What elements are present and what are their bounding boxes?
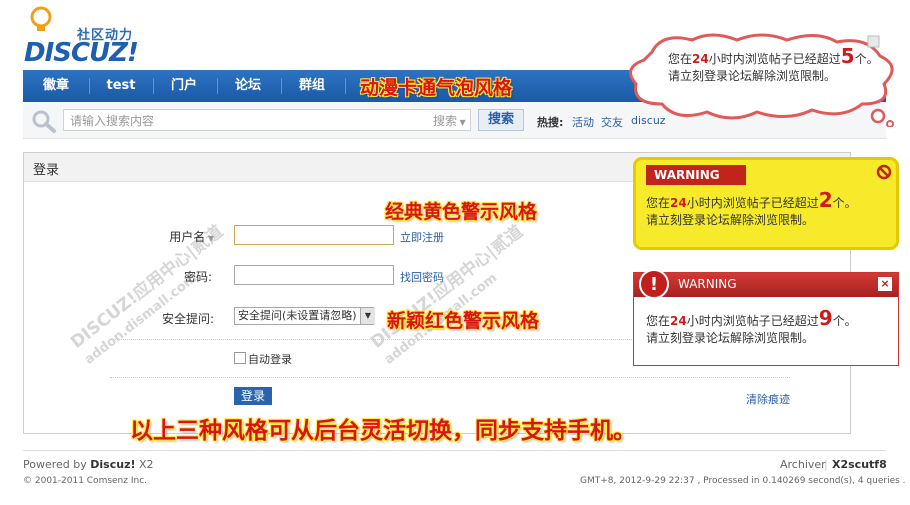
divider: [110, 377, 790, 378]
footer-separator: |: [824, 458, 828, 471]
nav-item-badge[interactable]: 徽章: [31, 70, 81, 102]
chevron-down-icon: ▼: [205, 234, 214, 243]
yellow-line2: 请立刻登录论坛解除浏览限制。: [646, 213, 815, 227]
search-button[interactable]: 搜索: [478, 109, 524, 131]
cloud-bubble-message: 您在24小时内浏览帖子已经超过5个。 请立刻登录论坛解除浏览限制。: [668, 46, 879, 85]
yellow-count: 2: [818, 188, 833, 212]
nav-item-forum[interactable]: 论坛: [223, 70, 273, 102]
search-icon: [32, 110, 56, 133]
yellow-line1-post: 个。: [832, 196, 857, 210]
red-line2: 请立刻登录论坛解除浏览限制。: [646, 331, 815, 345]
footer-divider: [23, 450, 886, 451]
search-type-label: 搜索: [433, 114, 458, 128]
red-line1-post: 个。: [832, 314, 857, 328]
bubble-line2: 请立刻登录论坛解除浏览限制。: [668, 69, 837, 83]
yellow-warning-badge: WARNING: [646, 165, 746, 185]
search-input[interactable]: 请输入搜索内容: [63, 109, 443, 131]
username-label: 用户名 ▼: [156, 228, 214, 245]
powered-by: Powered by Discuz! X2: [23, 458, 154, 471]
hot-search-label: 热搜:: [537, 116, 564, 129]
powered-version: X2: [135, 458, 154, 471]
bubble-hours: 24: [692, 52, 709, 66]
bubble-count: 5: [840, 44, 855, 68]
yellow-hours: 24: [670, 196, 687, 210]
red-line1-pre: 您在: [646, 314, 671, 328]
red-warning-title: WARNING: [678, 277, 737, 291]
login-title: 登录: [33, 163, 60, 178]
bubble-line1-mid: 小时内浏览帖子已经超过: [708, 52, 841, 66]
nav-separator: [345, 78, 346, 94]
hot-link-dating[interactable]: 交友: [601, 114, 623, 130]
yellow-warning-message: 您在24小时内浏览帖子已经超过2个。 请立刻登录论坛解除浏览限制。: [646, 190, 857, 229]
nav-item-portal[interactable]: 门户: [159, 70, 209, 102]
nav-separator: [153, 78, 154, 94]
red-line1-mid: 小时内浏览帖子已经超过: [686, 314, 819, 328]
hot-link-activity[interactable]: 活动: [572, 114, 594, 130]
security-question-value: 安全提问(未设置请忽略): [238, 309, 357, 322]
auto-login-checkbox[interactable]: [234, 352, 246, 364]
prohibited-icon[interactable]: [876, 164, 892, 180]
register-link[interactable]: 立即注册: [400, 229, 444, 245]
red-count: 9: [818, 306, 833, 330]
nav-separator: [89, 78, 90, 94]
forgot-password-link[interactable]: 找回密码: [400, 269, 444, 285]
site-code[interactable]: X2scutf8: [832, 458, 887, 471]
security-question-select[interactable]: 安全提问(未设置请忽略): [234, 307, 374, 325]
yellow-line1-mid: 小时内浏览帖子已经超过: [686, 196, 819, 210]
bubble-line1-pre: 您在: [668, 52, 693, 66]
red-warning-box: WARNING × ! 您在24小时内浏览帖子已经超过9个。 请立刻登录论坛解除…: [633, 269, 899, 366]
powered-brand[interactable]: Discuz!: [90, 458, 135, 471]
chevron-down-icon: ▼: [457, 118, 466, 127]
red-warning-header: WARNING ×: [634, 273, 898, 297]
security-question-label: 安全提问:: [161, 312, 214, 326]
site-logo[interactable]: 社区动力 DISCUZ!: [22, 6, 142, 68]
caption-cartoon-style: 动漫卡通气泡风格: [360, 77, 513, 99]
logo-text: DISCUZ!: [24, 38, 139, 68]
search-type-select[interactable]: 搜索 ▼: [429, 109, 471, 131]
exclamation-icon: !: [639, 269, 669, 299]
red-hours: 24: [670, 314, 687, 328]
nav-separator: [281, 78, 282, 94]
powered-prefix: Powered by: [23, 458, 91, 471]
yellow-line1-pre: 您在: [646, 196, 671, 210]
password-label: 密码:: [183, 270, 212, 284]
nav-separator: [217, 78, 218, 94]
red-warning-message: 您在24小时内浏览帖子已经超过9个。 请立刻登录论坛解除浏览限制。: [646, 308, 857, 347]
gmt-info: GMT+8, 2012-9-29 22:37 , Processed in 0.…: [580, 476, 906, 486]
auto-login-label: 自动登录: [248, 353, 292, 366]
nav-item-group[interactable]: 群组: [287, 70, 337, 102]
username-label-text: 用户名: [169, 230, 206, 244]
caption-yellow-style: 经典黄色警示风格: [385, 201, 538, 223]
archiver-link[interactable]: Archiver: [780, 458, 826, 471]
bubble-line1-post: 个。: [854, 52, 879, 66]
caption-summary: 以上三种风格可从后台灵活切换，同步支持手机。: [130, 418, 636, 444]
close-icon[interactable]: ×: [878, 277, 892, 291]
login-submit-button[interactable]: 登录: [234, 387, 272, 405]
username-input[interactable]: [234, 225, 394, 245]
password-input[interactable]: [234, 265, 394, 285]
yellow-warning-box: WARNING 您在24小时内浏览帖子已经超过2个。 请立刻登录论坛解除浏览限制…: [633, 157, 899, 250]
chevron-down-icon[interactable]: ▼: [360, 308, 375, 324]
lightbulb-icon: [30, 6, 52, 31]
copyright: © 2001-2011 Comsenz Inc.: [23, 476, 148, 486]
nav-item-test[interactable]: test: [97, 70, 145, 102]
caption-red-style: 新颖红色警示风格: [387, 310, 540, 332]
clear-traces-link[interactable]: 清除痕迹: [746, 391, 790, 407]
